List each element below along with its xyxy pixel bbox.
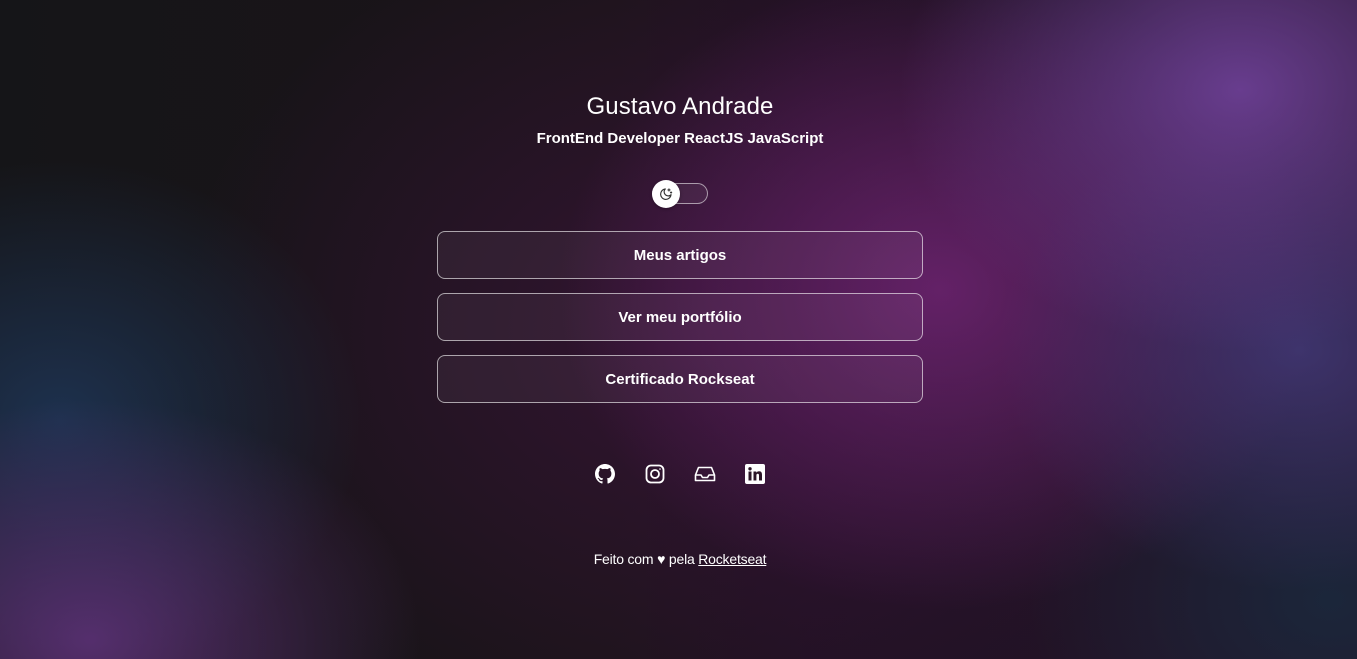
link-list: Meus artigos Ver meu portfólio Certifica… <box>437 231 923 417</box>
link-list-item: Meus artigos <box>437 231 923 279</box>
rockseat-certificate-button[interactable]: Certificado Rockseat <box>437 355 923 403</box>
social-links <box>580 459 780 489</box>
switch-knob[interactable] <box>651 180 680 208</box>
view-portfolio-button[interactable]: Ver meu portfólio <box>437 293 923 341</box>
profile-name: Gustavo Andrade <box>586 93 774 120</box>
link-list-item: Ver meu portfólio <box>437 293 923 341</box>
footer-prefix: Feito com <box>593 551 654 567</box>
moon-stars-icon <box>659 187 673 201</box>
rocketseat-link[interactable]: Rocketseat <box>698 551 766 567</box>
theme-toggle-switch[interactable] <box>651 180 709 208</box>
linkedin-icon[interactable] <box>740 459 770 489</box>
instagram-icon[interactable] <box>640 459 670 489</box>
heart-icon: ♥ <box>657 551 666 567</box>
footer: Feito com ♥ pela Rocketseat <box>594 549 767 569</box>
profile-role: FrontEnd Developer ReactJS JavaScript <box>536 130 824 147</box>
footer-middle: pela <box>668 551 695 567</box>
github-icon[interactable] <box>590 459 620 489</box>
my-articles-button[interactable]: Meus artigos <box>437 231 923 279</box>
inbox-icon[interactable] <box>690 459 720 489</box>
profile-container: Gustavo Andrade FrontEnd Developer React… <box>437 90 923 569</box>
link-list-item: Certificado Rockseat <box>437 355 923 403</box>
